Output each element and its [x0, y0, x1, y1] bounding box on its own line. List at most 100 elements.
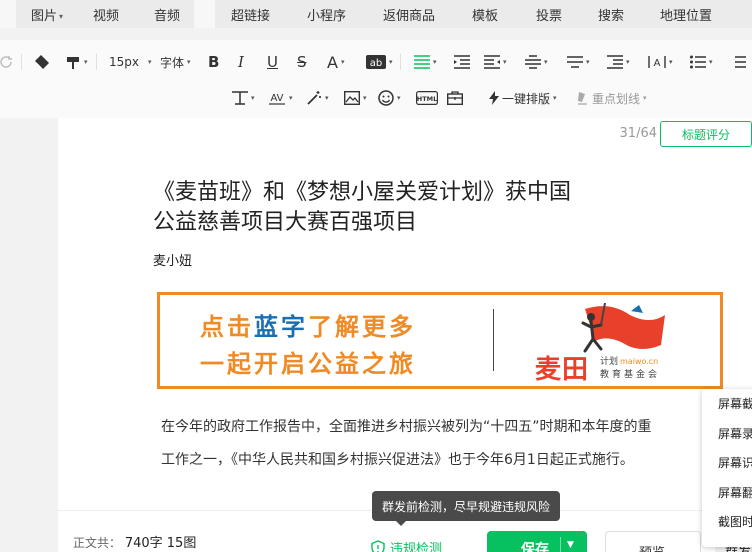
html-icon: HTML: [416, 91, 438, 105]
toolbar-divider: [96, 54, 97, 70]
tab-hyperlink[interactable]: 超链接: [231, 5, 270, 24]
article-title[interactable]: 《麦苗班》和《梦想小屋关爱计划》获中国 公益慈善项目大赛百强项目: [153, 178, 633, 238]
chevron-down-icon: ▾: [586, 58, 590, 66]
author-field[interactable]: 麦小妞: [153, 250, 192, 269]
format-painter-button[interactable]: ▾: [65, 52, 88, 72]
background-color-button[interactable]: ab ▾: [366, 52, 393, 72]
first-line-indent-icon: [607, 55, 623, 69]
highlight-line-button[interactable]: 重点划线 ▾: [576, 88, 647, 108]
letter-spacing-icon: A: [648, 56, 666, 69]
preview-button[interactable]: 预览: [605, 531, 701, 552]
paragraph-spacing-button[interactable]: ▾: [525, 52, 548, 72]
promo-banner-image[interactable]: 点击蓝字了解更多 一起开启公益之旅 麦田 计划 maiwo.cn 教育基金会: [157, 292, 723, 389]
svg-text:A: A: [654, 58, 661, 69]
ordered-list-icon: [735, 56, 746, 68]
banner-text-blue: 蓝字: [254, 313, 308, 341]
svg-text:ab: ab: [370, 58, 382, 69]
paragraph-spacing-icon: [525, 55, 541, 69]
chevron-down-icon: ▾: [251, 94, 255, 102]
compliance-check-link[interactable]: 违规检测: [371, 538, 442, 552]
italic-button[interactable]: I: [238, 52, 244, 72]
chevron-down-icon: ▾: [59, 11, 64, 21]
font-size-select[interactable]: 15px ▾: [109, 52, 152, 72]
font-color-button[interactable]: A ▾: [327, 52, 344, 72]
lightning-icon: [489, 91, 499, 105]
indent-icon: [484, 55, 500, 69]
chevron-down-icon: ▾: [626, 58, 630, 66]
chevron-down-icon: ▾: [553, 94, 557, 102]
first-line-indent-button[interactable]: ▾: [607, 52, 630, 72]
align-button[interactable]: ▾: [414, 52, 437, 72]
menu-item-screen-translate[interactable]: 屏幕翻译: [702, 478, 752, 508]
character-spacing-icon: AV: [269, 93, 285, 105]
compliance-check-label: 违规检测: [390, 542, 443, 552]
tab-mini-program[interactable]: 小程序: [307, 5, 346, 24]
chevron-down-icon: ▾: [363, 94, 367, 102]
image-icon: [344, 91, 360, 105]
article-title-line: 公益慈善项目大赛百强项目: [153, 210, 418, 235]
eraser-icon[interactable]: [33, 52, 51, 72]
font-size-value: 15px: [109, 55, 139, 69]
tab-rebate-goods[interactable]: 返佣商品: [383, 5, 435, 24]
tab-video[interactable]: 视频: [93, 5, 119, 24]
shield-icon: [371, 539, 385, 552]
tab-location[interactable]: 地理位置: [660, 5, 712, 24]
indent-button[interactable]: ▾: [484, 52, 507, 72]
smile-icon: [378, 90, 394, 106]
content-tab-group: 超链接 小程序 返佣商品 模板 投票 搜索 地理位置: [215, 0, 752, 28]
chevron-down-icon: ▾: [289, 94, 293, 102]
underline-button[interactable]: U: [267, 52, 278, 72]
character-spacing-button[interactable]: AV ▾: [268, 88, 293, 108]
menu-item-screenshot[interactable]: 屏幕截图: [702, 389, 752, 419]
toolbox-button[interactable]: [447, 88, 463, 108]
title-score-button[interactable]: 标题评分: [660, 121, 752, 147]
letter-spacing-button[interactable]: A ▾: [648, 52, 673, 72]
menu-item-screen-recognize[interactable]: 屏幕识图: [702, 448, 752, 478]
tab-audio[interactable]: 音频: [154, 5, 180, 24]
ordered-list-button[interactable]: [730, 52, 746, 72]
html-code-button[interactable]: HTML: [416, 88, 438, 108]
tab-template[interactable]: 模板: [472, 5, 498, 24]
underline-icon: U: [267, 53, 278, 71]
menu-item-hide-on-capture[interactable]: 截图时隐藏: [702, 507, 752, 537]
insert-tab-bar: 图片 ▾ 视频 音频 超链接 小程序 返佣商品 模板 投票 搜索 地理位置: [0, 0, 752, 28]
save-button[interactable]: 保存 ▼: [487, 531, 587, 552]
outdent-button[interactable]: [454, 52, 470, 72]
banner-line-1: 点击蓝字了解更多: [200, 307, 416, 342]
strikethrough-button[interactable]: S: [297, 52, 307, 72]
article-paragraph[interactable]: 在今年的政府工作报告中，全面推进乡村振兴被列为“十四五”时期和本年度的重 工作之…: [161, 411, 752, 477]
chevron-down-icon: ▾: [643, 94, 647, 102]
font-family-select[interactable]: 字体 ▾: [160, 52, 191, 72]
tab-vote[interactable]: 投票: [536, 5, 562, 24]
one-click-layout-button[interactable]: 一键排版 ▾: [489, 88, 557, 108]
wechat-editor-window: 图片 ▾ 视频 音频 超链接 小程序 返佣商品 模板 投票 搜索 地理位置 ▾ 1…: [0, 0, 752, 552]
magic-wand-icon: [307, 91, 321, 105]
banner-line-2: 一起开启公益之旅: [200, 350, 416, 378]
chevron-down-icon: ▾: [325, 94, 329, 102]
background-color-icon: ab: [366, 55, 386, 69]
menu-item-screen-record[interactable]: 屏幕录制: [702, 419, 752, 449]
bold-button[interactable]: B: [208, 52, 219, 72]
outdent-icon: [454, 55, 470, 69]
toolbar-divider: [400, 54, 401, 70]
tab-image[interactable]: 图片 ▾: [31, 5, 63, 24]
emoji-button[interactable]: ▾: [378, 88, 401, 108]
list-button[interactable]: ▾: [690, 52, 713, 72]
line-spacing-button[interactable]: ▾: [567, 52, 590, 72]
tab-search[interactable]: 搜索: [598, 5, 624, 24]
toolbox-icon: [447, 91, 463, 105]
title-format-button[interactable]: ▾: [232, 88, 255, 108]
article-editor[interactable]: 31/64 标题评分 《麦苗班》和《梦想小屋关爱计划》获中国 公益慈善项目大赛百…: [58, 118, 752, 510]
chevron-down-icon[interactable]: ▼: [567, 540, 574, 550]
logo-main-text: 麦田: [535, 355, 590, 385]
banner-text: 了解更多: [308, 313, 416, 341]
insert-image-button[interactable]: ▾: [344, 88, 367, 108]
magic-style-button[interactable]: ▾: [306, 88, 329, 108]
redo-icon[interactable]: [0, 52, 14, 72]
highlighter-icon: [578, 92, 587, 105]
article-title-line: 《麦苗班》和《梦想小屋关爱计划》获中国: [153, 180, 572, 205]
preview-label: 预览: [639, 542, 665, 552]
save-label: 保存: [521, 542, 549, 552]
chevron-down-icon: ▾: [709, 58, 713, 66]
title-char-counter: 31/64: [619, 126, 657, 141]
